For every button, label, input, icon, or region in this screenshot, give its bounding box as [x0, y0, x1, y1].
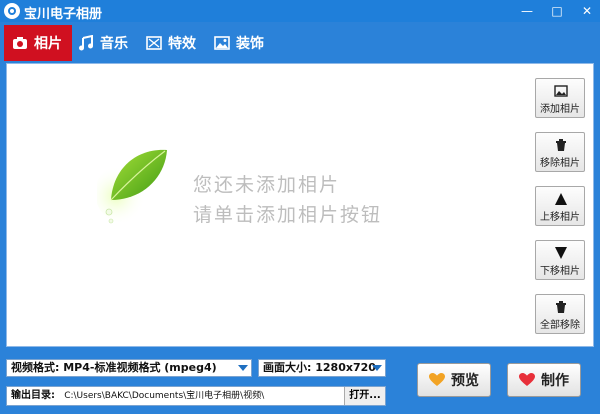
add-photo-button[interactable]: 添加相片 — [535, 78, 585, 118]
trash-icon — [554, 137, 568, 151]
music-note-icon — [78, 34, 94, 51]
frame-size-value: 画面大小: 1280x720 — [263, 361, 376, 374]
minimize-icon[interactable]: — — [518, 2, 536, 20]
move-up-label: 上移相片 — [540, 212, 580, 223]
tab-decorations-label: 装饰 — [236, 36, 264, 52]
image-icon — [554, 83, 568, 97]
arrow-up-icon — [554, 191, 568, 205]
tab-effects[interactable]: 特效 — [138, 25, 210, 61]
trash-icon — [554, 299, 568, 313]
empty-hint-line1: 您还未添加相片 — [193, 174, 341, 196]
chevron-down-icon — [372, 365, 382, 371]
remove-all-button[interactable]: 全部移除 — [535, 294, 585, 334]
tab-photos[interactable]: 相片 — [4, 25, 72, 61]
heart-icon — [519, 373, 535, 387]
tab-music-label: 音乐 — [100, 36, 128, 52]
empty-hint-line2: 请单击添加相片按钮 — [193, 204, 383, 226]
output-directory-field[interactable]: 输出目录: C:\Users\BAKC\Documents\宝川电子相册\视频\… — [6, 386, 386, 406]
video-format-value: 视频格式: MP4-标准视频格式 (mpeg4) — [11, 361, 217, 374]
preview-label: 预览 — [451, 373, 479, 389]
add-photo-label: 添加相片 — [540, 104, 580, 115]
remove-photo-label: 移除相片 — [540, 158, 580, 169]
video-format-select[interactable]: 视频格式: MP4-标准视频格式 (mpeg4) — [6, 359, 252, 377]
preview-button[interactable]: 预览 — [417, 363, 491, 397]
close-icon[interactable]: ✕ — [578, 2, 596, 20]
tab-bar: 相片 音乐 特效 装饰 — [0, 25, 600, 63]
tab-music[interactable]: 音乐 — [70, 25, 140, 61]
picture-icon — [214, 35, 230, 51]
app-icon — [4, 3, 20, 19]
chevron-down-icon — [238, 365, 248, 371]
leaf-illustration — [95, 138, 187, 243]
output-path: C:\Users\BAKC\Documents\宝川电子相册\视频\ — [64, 391, 265, 401]
maximize-icon[interactable]: □ — [548, 2, 566, 20]
window-controls: — □ ✕ — [518, 2, 596, 20]
move-down-label: 下移相片 — [540, 266, 580, 277]
arrow-down-icon — [554, 245, 568, 259]
tab-decorations[interactable]: 装饰 — [206, 25, 278, 61]
remove-all-label: 全部移除 — [540, 320, 580, 331]
remove-photo-button[interactable]: 移除相片 — [535, 132, 585, 172]
open-folder-button[interactable]: 打开... — [344, 387, 385, 405]
frame-size-select[interactable]: 画面大小: 1280x720 — [258, 359, 386, 377]
window-title: 宝川电子相册 — [24, 7, 103, 22]
move-down-button[interactable]: 下移相片 — [535, 240, 585, 280]
effect-icon — [146, 35, 162, 51]
make-button[interactable]: 制作 — [507, 363, 581, 397]
tab-photos-label: 相片 — [34, 36, 62, 52]
heart-icon — [429, 373, 445, 387]
move-up-button[interactable]: 上移相片 — [535, 186, 585, 226]
title-bar: 宝川电子相册 — □ ✕ — [0, 0, 600, 22]
camera-icon — [12, 35, 28, 51]
tab-effects-label: 特效 — [168, 36, 196, 52]
make-label: 制作 — [541, 373, 569, 389]
photo-list-area[interactable]: 您还未添加相片 请单击添加相片按钮 — [6, 63, 594, 347]
output-label: 输出目录: — [11, 390, 55, 401]
